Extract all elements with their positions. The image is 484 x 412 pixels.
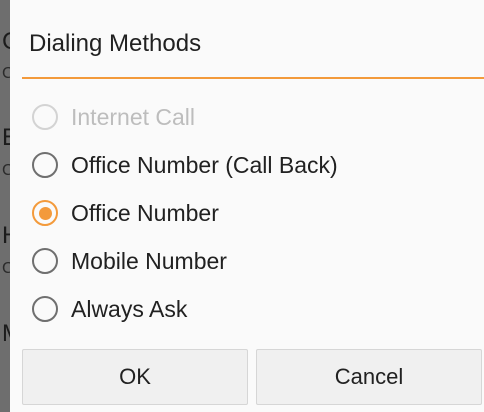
option-label: Mobile Number xyxy=(71,248,227,274)
option-label: Always Ask xyxy=(71,296,188,322)
option-office-number[interactable]: Office Number xyxy=(32,189,472,237)
option-label: Office Number (Call Back) xyxy=(71,152,338,178)
option-mobile-number[interactable]: Mobile Number xyxy=(32,237,472,285)
dialing-methods-dialog: Dialing Methods Internet Call Office Num… xyxy=(10,0,484,412)
ok-button[interactable]: OK xyxy=(22,349,248,405)
dialog-title: Dialing Methods xyxy=(29,30,202,57)
title-divider xyxy=(22,77,484,79)
radio-button-checked[interactable] xyxy=(32,200,58,226)
dialing-options-group: Internet Call Office Number (Call Back) … xyxy=(32,93,472,333)
radio-button[interactable] xyxy=(32,152,58,178)
radio-button[interactable] xyxy=(32,248,58,274)
option-label: Office Number xyxy=(71,200,219,226)
option-label: Internet Call xyxy=(71,104,196,130)
radio-button-disabled xyxy=(32,104,58,130)
option-office-number-call-back[interactable]: Office Number (Call Back) xyxy=(32,141,472,189)
radio-button[interactable] xyxy=(32,296,58,322)
cancel-button[interactable]: Cancel xyxy=(256,349,482,405)
option-always-ask[interactable]: Always Ask xyxy=(32,285,472,333)
option-internet-call: Internet Call xyxy=(32,93,472,141)
